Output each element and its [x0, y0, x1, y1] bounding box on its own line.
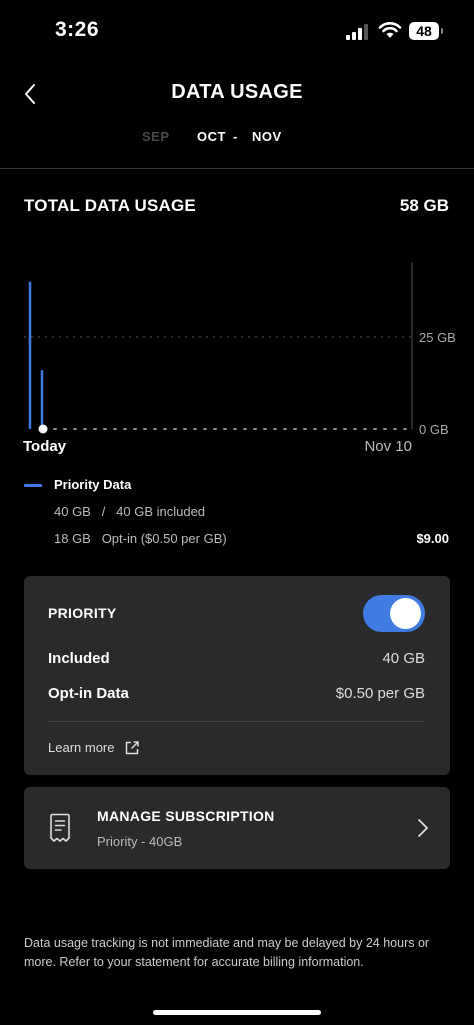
external-link-icon[interactable]	[124, 740, 140, 756]
page-title: DATA USAGE	[171, 81, 303, 103]
usage-chart: 25 GB 0 GB Today Nov 10	[23, 262, 456, 455]
optin-price: $9.00	[416, 531, 449, 546]
home-indicator[interactable]	[153, 1010, 321, 1015]
optin-value: $0.50 per GB	[335, 685, 425, 702]
receipt-icon	[50, 813, 70, 842]
toggle-knob	[390, 598, 421, 629]
status-time: 3:26	[55, 18, 100, 41]
optin-usage-row: 18 GB Opt-in ($0.50 per GB)	[54, 531, 227, 546]
x-label-today: Today	[23, 438, 67, 455]
month-tab-next[interactable]: NOV	[252, 129, 282, 144]
total-usage-value: 58 GB	[399, 196, 449, 215]
card-divider	[48, 721, 425, 722]
manage-subscription-card[interactable]: MANAGE SUBSCRIPTION Priority - 40GB	[24, 787, 450, 869]
included-value: 40 GB	[382, 650, 425, 667]
included-label: Included	[48, 650, 110, 667]
status-bar: 3:26 48	[0, 0, 474, 64]
priority-title: PRIORITY	[48, 605, 117, 621]
billing-disclaimer: Data usage tracking is not immediate and…	[24, 936, 430, 969]
data-usage-screen: 3:26 48 DATA USAGE SEP OCT - NOV TOTAL D…	[0, 0, 474, 1025]
today-marker	[38, 424, 48, 434]
optin-label: Opt-in Data	[48, 685, 129, 702]
month-tab-current[interactable]: OCT	[197, 129, 226, 144]
month-tab-prev[interactable]: SEP	[142, 129, 170, 144]
priority-toggle[interactable]	[363, 595, 425, 632]
month-range-dash: -	[233, 129, 238, 144]
chevron-right-icon	[418, 819, 428, 837]
y-tick-label: 0 GB	[419, 422, 449, 437]
legend-swatch	[24, 484, 42, 487]
included-usage-row: 40 GB / 40 GB included	[54, 504, 206, 519]
header-divider	[0, 168, 474, 169]
subscription-plan: Priority - 40GB	[97, 834, 183, 849]
legend-priority-data: Priority Data	[54, 477, 132, 492]
x-label-end: Nov 10	[364, 438, 412, 455]
cellular-signal-icon	[346, 24, 372, 40]
total-usage-label: TOTAL DATA USAGE	[24, 196, 196, 215]
subscription-title: MANAGE SUBSCRIPTION	[97, 808, 275, 824]
battery-icon: 48	[409, 22, 439, 40]
y-tick-label: 25 GB	[419, 330, 456, 345]
priority-card: PRIORITY Included 40 GB Opt-in Data $0.5…	[24, 576, 450, 775]
wifi-icon	[378, 22, 402, 38]
learn-more-link[interactable]: Learn more	[48, 740, 114, 755]
battery-tip	[441, 28, 443, 34]
